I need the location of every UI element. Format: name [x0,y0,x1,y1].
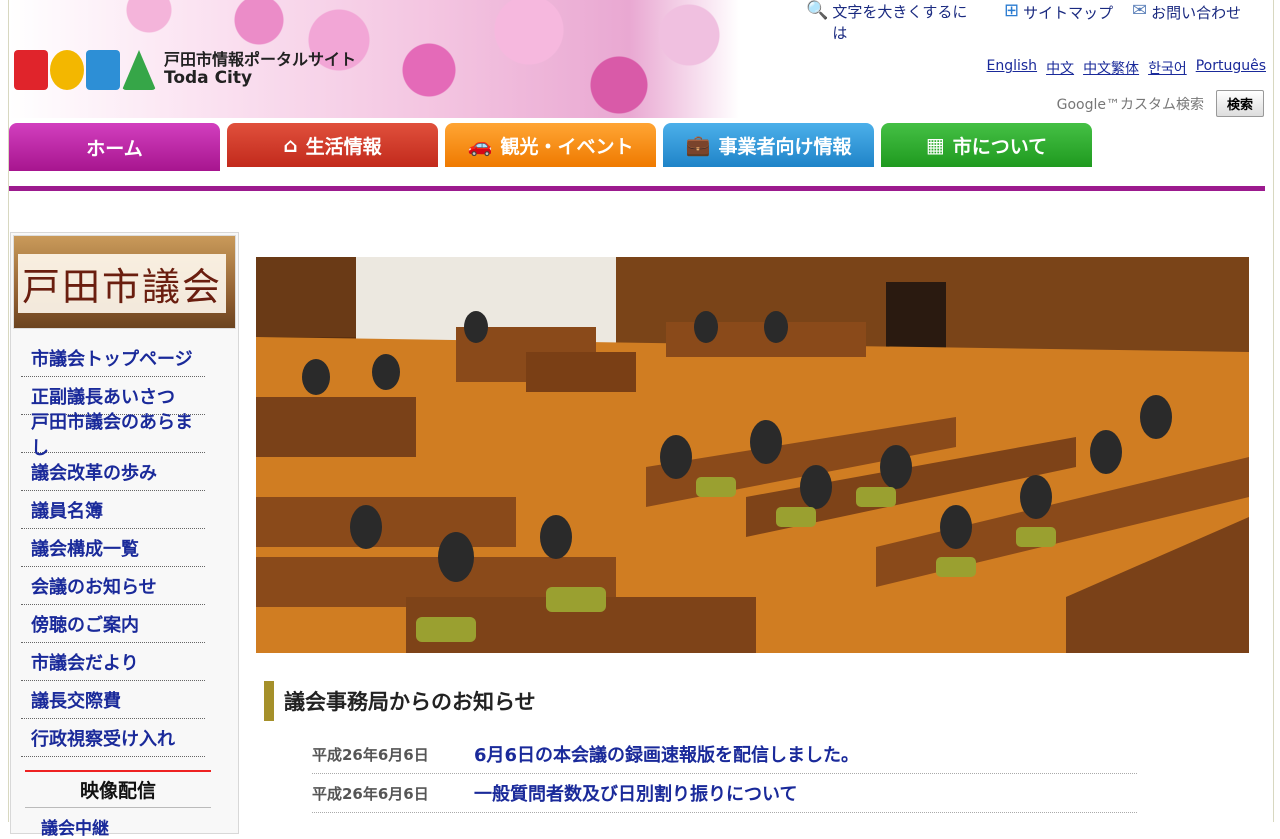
news-row: 平成26年6月6日 一般質問者数及び日別割り振りについて [312,774,1137,813]
sidebar-item-observation[interactable]: 傍聴のご案内 [21,611,139,637]
chamber-illustration [256,257,1249,653]
sidebar-item-composition[interactable]: 議会構成一覧 [21,535,139,561]
sidebar-item-reform[interactable]: 議会改革の歩み [21,459,157,485]
house-icon: ⌂ [283,133,298,157]
toda-logo[interactable]: 戸田市情報ポータルサイト Toda City [14,50,356,90]
sitemap-icon: ⊞ [1004,0,1020,21]
briefcase-icon: 💼 [685,133,711,157]
sidebar-item-expenses[interactable]: 議長交際費 [21,687,121,713]
sidebar-item: 傍聴のご案内 [21,605,205,643]
news-date: 平成26年6月6日 [312,784,429,803]
site-search: Google™カスタム検索 検索 [1057,90,1264,117]
sidebar-item: 行政視察受け入れ [21,719,205,757]
sidebar-item-inspection[interactable]: 行政視察受け入れ [21,725,175,751]
council-chamber-photo [256,257,1249,653]
sidebar-item: 議会構成一覧 [21,529,205,567]
logo-title-en: Toda City [164,68,253,89]
lang-chinese-traditional[interactable]: 中文繁体 [1083,58,1139,78]
lang-chinese-simplified[interactable]: 中文 [1046,58,1074,78]
main-nav: ホーム ⌂ 生活情報 🚗 観光・イベント 💼 事業者向け情報 ▦ 市について [9,123,1092,171]
sidebar-item-members[interactable]: 議員名簿 [21,497,103,523]
news-link[interactable]: 一般質問者数及び日別割り振りについて [474,780,797,806]
city-icon: ▦ [925,133,945,157]
tab-label: 事業者向け情報 [718,135,852,158]
sidebar-item: 議員名簿 [21,491,205,529]
tab-tourism-events[interactable]: 🚗 観光・イベント [445,123,656,167]
nav-underline [9,186,1265,191]
tab-business-info[interactable]: 💼 事業者向け情報 [663,123,874,167]
tab-label: 生活情報 [305,135,382,158]
sidebar-item: 戸田市議会のあらまし [21,412,205,459]
lang-portuguese[interactable]: Português [1196,58,1266,78]
logo-title-jp: 戸田市情報ポータルサイト [164,50,357,70]
sidebar-item: 会議のお知らせ [21,567,205,605]
council-banner[interactable]: 戸田市議会 [13,235,236,329]
sidebar-menu: 市議会トップページ 正副議長あいさつ 戸田市議会のあらまし 議会改革の歩み 議員… [21,339,205,757]
text-size-link[interactable]: 🔍 文字を大きくするには [806,2,972,44]
tab-label: 市について [952,135,1048,158]
sidebar-item-greeting[interactable]: 正副議長あいさつ [21,383,175,409]
sidebar-item-newsletter[interactable]: 市議会だより [21,649,139,675]
lang-korean[interactable]: 한국어 [1148,58,1187,78]
language-links: English 中文 中文繁体 한국어 Português [987,58,1267,78]
tab-living-info[interactable]: ⌂ 生活情報 [227,123,438,167]
sidebar-item-meeting-notice[interactable]: 会議のお知らせ [21,573,157,599]
sidebar: 戸田市議会 市議会トップページ 正副議長あいさつ 戸田市議会のあらまし 議会改革… [10,232,239,839]
magnifier-icon: 🔍 [806,0,829,21]
tab-home[interactable]: ホーム [9,123,220,171]
search-button[interactable]: 検索 [1215,90,1264,117]
contact-link[interactable]: ✉ お問い合わせ [1132,2,1241,23]
news-list: 平成26年6月6日 6月6日の本会議の録画速報版を配信しました。 平成26年6月… [312,735,1137,813]
mail-icon: ✉ [1132,0,1148,21]
lang-english[interactable]: English [987,58,1038,78]
sidebar-item: 議長交際費 [21,681,205,719]
sitemap-link[interactable]: ⊞ サイトマップ [1004,2,1113,23]
car-icon: 🚗 [467,133,493,157]
tab-about-city[interactable]: ▦ 市について [881,123,1092,167]
notice-title: 議会事務局からのお知らせ [284,690,536,714]
tab-label: 観光・イベント [500,135,634,158]
sidebar-item-overview[interactable]: 戸田市議会のあらまし [21,408,205,460]
notice-heading: 議会事務局からのお知らせ [264,681,536,721]
tab-label: ホーム [86,137,143,160]
video-link-live[interactable]: 議会中継 [41,814,238,839]
toda-logo-mark [14,50,156,90]
news-link[interactable]: 6月6日の本会議の録画速報版を配信しました。 [474,741,859,767]
sidebar-item-council-top[interactable]: 市議会トップページ [21,345,193,371]
search-label: Google™カスタム検索 [1056,96,1204,113]
sidebar-item: 市議会トップページ [21,339,205,377]
news-date: 平成26年6月6日 [312,745,429,764]
video-heading: 映像配信 [25,770,211,808]
news-row: 平成26年6月6日 6月6日の本会議の録画速報版を配信しました。 [312,735,1137,774]
sidebar-item: 市議会だより [21,643,205,681]
council-banner-title: 戸田市議会 [18,254,227,313]
heading-accent-bar [264,681,274,721]
